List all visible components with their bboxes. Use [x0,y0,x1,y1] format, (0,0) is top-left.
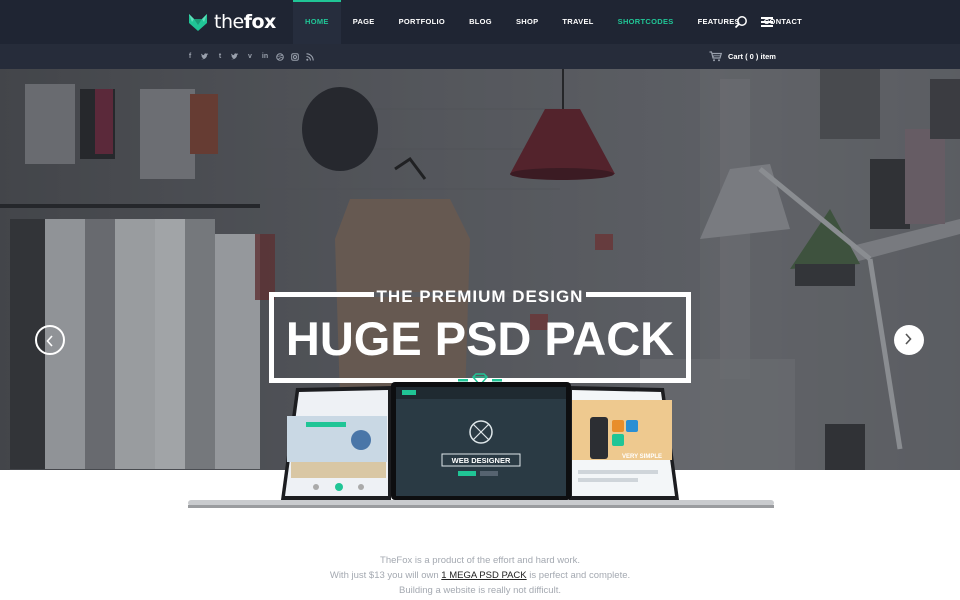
hamburger-menu-icon[interactable] [761,17,773,27]
cart-link[interactable]: Cart ( 0 ) item [709,44,776,69]
nav-item-portfolio[interactable]: PORTFOLIO [387,0,457,44]
linkedin-icon[interactable]: in [261,53,269,61]
nav-item-shop[interactable]: SHOP [504,0,550,44]
logo-wordmark: thefox [214,11,276,33]
mega-psd-pack-link[interactable]: 1 MEGA PSD PACK [441,570,526,581]
dribbble-icon[interactable] [276,52,284,61]
tumblr-icon[interactable]: t [216,53,224,61]
left-laptop [281,386,391,500]
vimeo-icon[interactable]: v [246,53,254,61]
center-screen-text: WEB DESIGNER [452,456,511,465]
twitter-bird-icon[interactable] [231,52,239,61]
social-links: f t v in [186,44,314,69]
nav-item-shortcodes[interactable]: SHORTCODES [606,0,686,44]
right-screen-text: VERY SIMPLE [622,454,662,460]
nav-item-blog[interactable]: BLOG [457,0,504,44]
top-navbar: thefox HOME PAGE PORTFOLIO BLOG SHOP TRA… [0,0,960,44]
slider-prev-button[interactable] [35,325,65,355]
intro-line-1: TheFox is a product of the effort and ha… [380,555,580,566]
fox-logo-icon [189,14,207,31]
logo[interactable]: thefox [188,11,276,33]
slider-next-button[interactable] [894,325,924,355]
center-laptop: WEB DESIGNER [391,382,571,500]
rss-icon[interactable] [306,52,314,61]
devices-mockup: VERY SIMPLE WEB DESIGNER [186,382,776,512]
twitter-icon[interactable] [201,52,209,61]
chevron-right-icon [905,333,912,345]
nav-item-home[interactable]: HOME [293,0,341,44]
right-laptop: VERY SIMPLE [569,386,679,500]
intro-line-2-prefix: With just $13 you will own [329,570,442,581]
search-icon[interactable] [734,15,748,29]
hero-subtitle: THE PREMIUM DESIGN [376,287,584,306]
page: thefox HOME PAGE PORTFOLIO BLOG SHOP TRA… [0,0,960,600]
cart-label: Cart ( 0 ) item [728,52,776,61]
nav-item-page[interactable]: PAGE [341,0,387,44]
intro-line-3: Building a website is really not difficu… [399,585,561,596]
chevron-left-icon [46,335,53,347]
hero-title: HUGE PSD PACK [285,312,675,365]
intro-line-2: With just $13 you will own 1 MEGA PSD PA… [280,568,680,583]
cart-icon [709,51,722,62]
nav-item-travel[interactable]: TRAVEL [550,0,605,44]
intro-text: TheFox is a product of the effort and ha… [280,553,680,598]
secondary-bar: f t v in Cart (0) item [0,44,960,69]
intro-line-2-suffix: is perfect and complete. [526,570,631,581]
instagram-icon[interactable] [291,52,299,61]
facebook-icon[interactable]: f [186,53,194,61]
laptops-image: VERY SIMPLE WEB DESIGNER [188,382,774,508]
